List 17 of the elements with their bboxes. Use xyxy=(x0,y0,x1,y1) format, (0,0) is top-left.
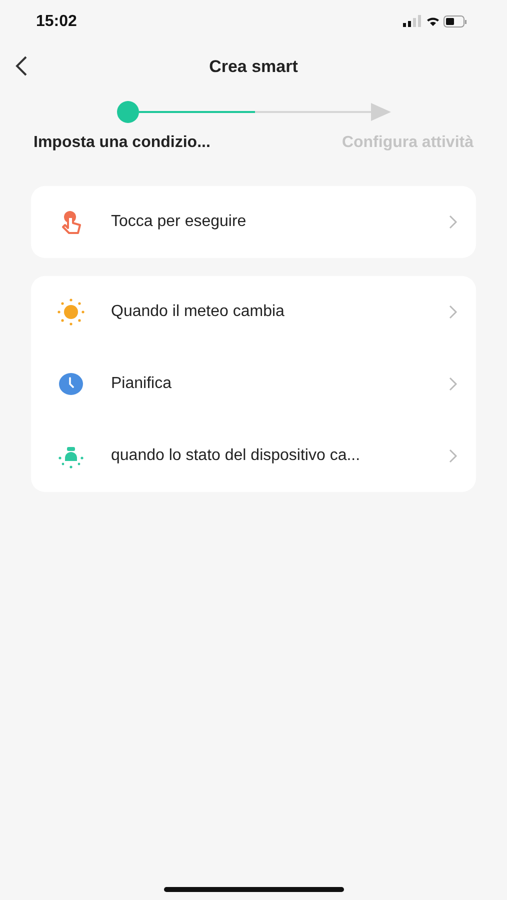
chevron-icon xyxy=(448,448,458,464)
wifi-icon xyxy=(427,18,439,26)
step-label: Imposta una condizio... xyxy=(34,134,210,152)
clock-icon xyxy=(57,372,85,396)
status-time: 15:02 xyxy=(36,13,77,31)
page-title: Crea smart xyxy=(209,57,298,77)
option-row[interactable]: Pianifica xyxy=(31,348,476,420)
chevron-icon xyxy=(448,376,458,392)
battery-icon xyxy=(444,16,466,28)
sun-icon xyxy=(57,298,85,326)
option-row[interactable]: quando lo stato del dispositivo ca... xyxy=(31,420,476,492)
signal-icon xyxy=(403,15,421,27)
chevron-icon xyxy=(448,214,458,230)
step-dot xyxy=(116,101,138,123)
option-row[interactable]: Quando il meteo cambia xyxy=(31,276,476,348)
chevron-icon xyxy=(448,304,458,320)
option-row[interactable]: Tocca per eseguire xyxy=(31,186,476,258)
